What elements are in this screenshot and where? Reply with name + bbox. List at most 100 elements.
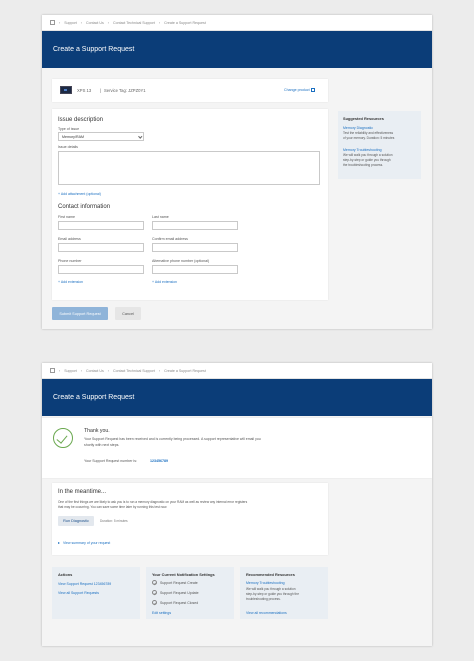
chevron-down-icon [137, 134, 142, 139]
home-icon[interactable] [50, 368, 55, 373]
view-request-link[interactable]: View Support Request 123456789 [58, 582, 111, 586]
memory-troubleshooting-desc-3: the troubleshooting process. [343, 163, 384, 167]
breadcrumb-contact-us[interactable]: Contact Us [86, 21, 104, 25]
page-header: Create a Support Request [42, 379, 432, 416]
external-link-icon [310, 88, 315, 93]
recommended-desc-1: We will walk you through a solution [246, 587, 296, 591]
view-summary-link[interactable]: View summary of your request [58, 541, 110, 545]
add-attachment-link[interactable]: + Add attachment (optional) [58, 192, 101, 196]
meantime-heading: In the meantime... [58, 489, 107, 495]
breadcrumb-contact-technical-support[interactable]: Contact Technical Support [113, 369, 155, 373]
check-circle-icon [152, 580, 157, 585]
alt-phone-field[interactable] [152, 265, 238, 274]
phone-field[interactable] [58, 265, 144, 274]
add-extension-link[interactable]: + Add extension [58, 280, 83, 284]
page-title: Create a Support Request [53, 46, 135, 53]
notification-settings-panel: Your Current Notification Settings Suppo… [146, 567, 234, 619]
memory-troubleshooting-link[interactable]: Memory Troubleshooting [246, 581, 285, 585]
notification-update: Support Request Update [160, 591, 199, 595]
confirm-email-field[interactable] [152, 243, 238, 252]
issue-heading: Issue description [58, 117, 104, 123]
recommended-desc-3: troubleshooting process. [246, 597, 281, 601]
breadcrumb: › Support › Contact Us › Contact Technic… [42, 15, 432, 31]
chevron-right-icon: › [158, 20, 161, 25]
chevron-right-icon: › [80, 20, 82, 25]
suggested-heading: Suggested Resources [343, 116, 384, 121]
chevron-right-icon: › [80, 368, 82, 373]
actions-heading: Actions [58, 572, 73, 577]
device-card: XPS 13 | Service Tag: JZPZ0Y1 Change pro… [52, 79, 328, 102]
confirm-email-label: Confirm email address [152, 237, 188, 241]
service-tag: Service Tag: JZPZ0Y1 [104, 88, 146, 93]
phone-label: Phone number [58, 259, 82, 263]
support-request-form-screen: › Support › Contact Us › Contact Technic… [42, 15, 432, 329]
memory-troubleshooting-desc-2: step-by-step or guide you through [343, 158, 391, 162]
breadcrumb-contact-technical-support[interactable]: Contact Technical Support [113, 21, 155, 25]
last-name-label: Last name [152, 215, 169, 219]
first-name-label: First name [58, 215, 75, 219]
device-separator: | [100, 88, 102, 93]
change-product-link[interactable]: Change product [284, 88, 315, 93]
recommended-desc-2: step-by-step or guide you through the [246, 592, 299, 596]
check-circle-icon [152, 590, 157, 595]
diagnostic-duration: Duration: 5 minutes [100, 519, 128, 523]
home-icon[interactable] [50, 20, 55, 25]
memory-diagnostic-desc-2: of your memory. Duration: 5 minutes [343, 136, 395, 140]
notification-create: Support Request Create [160, 581, 198, 585]
recommended-resources-panel: Recommended Resources Memory Troubleshoo… [240, 567, 328, 619]
laptop-icon [60, 86, 72, 94]
device-name: XPS 13 [77, 88, 92, 93]
view-all-recommendations-link[interactable]: View all recommendations [246, 611, 287, 615]
thank-you-heading: Thank you. [84, 428, 110, 434]
meantime-text-1: One of the first things we are likely to… [58, 500, 248, 504]
breadcrumb-support[interactable]: Support [64, 21, 77, 25]
confirmation-message-2: shortly with next steps. [84, 443, 120, 447]
issue-details-label: Issue details [58, 145, 78, 149]
page-header: Create a Support Request [42, 31, 432, 68]
confirmation-screen: › Support › Contact Us › Contact Technic… [42, 363, 432, 646]
issue-type-value: Memory/RAM [62, 135, 84, 139]
cancel-button[interactable]: Cancel [115, 307, 141, 320]
last-name-field[interactable] [152, 221, 238, 230]
meantime-text-2: that may be occurring. You can save some… [58, 505, 168, 509]
memory-troubleshooting-link[interactable]: Memory Troubleshooting [343, 148, 382, 152]
issue-type-label: Type of issue [58, 127, 80, 131]
actions-panel: Actions View Support Request 123456789 V… [52, 567, 140, 619]
request-number-label: Your Support Request number is: [84, 459, 138, 463]
notification-closed: Support Request Closed [160, 601, 199, 605]
chevron-right-icon: › [107, 20, 109, 25]
suggested-resources-panel: Suggested Resources Memory Diagnostic Te… [338, 111, 421, 179]
request-number[interactable]: 123456789 [150, 459, 168, 463]
triangle-right-icon [58, 542, 60, 545]
edit-settings-link[interactable]: Edit settings [152, 611, 171, 615]
breadcrumb-contact-us[interactable]: Contact Us [86, 369, 104, 373]
email-label: Email address [58, 237, 81, 241]
memory-diagnostic-desc-1: Test the reliability and effectiveness [343, 131, 394, 135]
chevron-right-icon: › [158, 368, 161, 373]
contact-heading: Contact information [58, 204, 111, 210]
memory-diagnostic-link[interactable]: Memory Diagnostic [343, 126, 373, 130]
view-summary-label: View summary of your request [63, 541, 111, 545]
chevron-right-icon: › [59, 368, 61, 373]
alt-phone-label: Alternative phone number (optional) [152, 259, 210, 263]
form-card: Issue description Type of issue Memory/R… [52, 109, 328, 300]
view-all-requests-link[interactable]: View all Support Requests [58, 591, 99, 595]
issue-details-textarea[interactable] [58, 151, 320, 185]
confirmation-message-1: Your Support Request has been received a… [84, 437, 261, 441]
breadcrumb-support[interactable]: Support [64, 369, 77, 373]
recommended-heading: Recommended Resources [246, 572, 295, 577]
email-field[interactable] [58, 243, 144, 252]
memory-troubleshooting-desc-1: We will walk you through a solution [343, 153, 393, 157]
chevron-right-icon: › [107, 368, 109, 373]
issue-type-select[interactable]: Memory/RAM [58, 132, 144, 141]
notifications-heading: Your Current Notification Settings [152, 572, 215, 577]
first-name-field[interactable] [58, 221, 144, 230]
check-circle-icon [152, 600, 157, 605]
add-extension-alt-link[interactable]: + Add extension [152, 280, 177, 284]
run-diagnostic-button[interactable]: Run Diagnostic [58, 516, 94, 526]
chevron-right-icon: › [59, 20, 61, 25]
meantime-card: In the meantime... One of the first thin… [52, 483, 328, 555]
breadcrumb-current: Create a Support Request [164, 20, 206, 25]
change-product-label: Change product [284, 88, 310, 92]
submit-request-button[interactable]: Submit Support Request [52, 307, 108, 320]
